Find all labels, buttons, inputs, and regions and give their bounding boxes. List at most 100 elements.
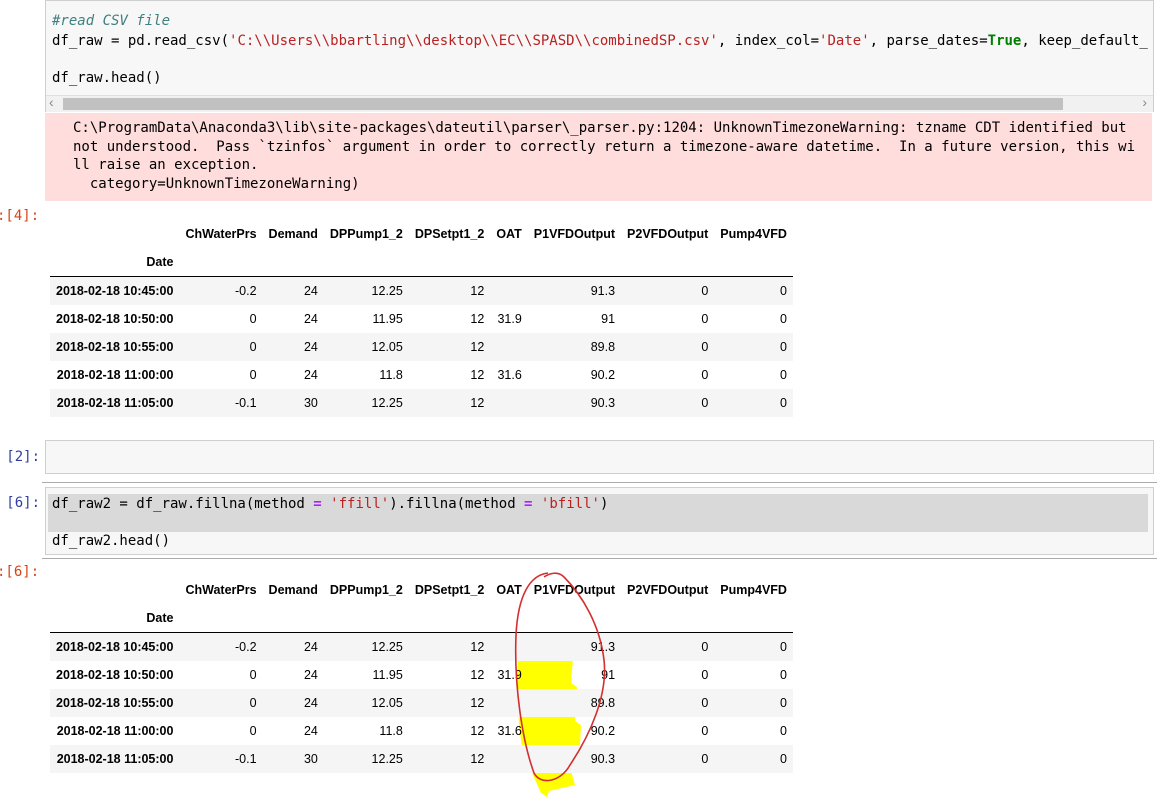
table-cell: 24 bbox=[303, 696, 318, 710]
table-cell: 12 bbox=[470, 640, 485, 654]
index-name: Date bbox=[50, 248, 180, 277]
table-cell: 0 bbox=[701, 752, 709, 766]
code-line-head2: df_raw2.head() bbox=[52, 533, 171, 549]
table-cell: 12.05 bbox=[371, 696, 403, 710]
table-cell: 0 bbox=[701, 696, 709, 710]
table-row: 2018-02-18 10:45:00 -0.2 24 12.25 12 91.3 0 0 bbox=[50, 276, 793, 306]
row-index: 2018-02-18 11:00:00 bbox=[56, 368, 174, 382]
index-header-spacer bbox=[262, 604, 324, 633]
table-cell: 0 bbox=[701, 724, 709, 738]
code-line-fillna: df_raw2 = df_raw.fillna(method = 'ffill'… bbox=[52, 496, 609, 512]
column-header: P2VFDOutput bbox=[627, 227, 709, 241]
table-row: 2018-02-18 10:55:00 0 24 12.05 12 89.8 0 0 bbox=[50, 689, 793, 717]
output-prompt-6: :[6]: bbox=[0, 564, 40, 580]
table-cell: 0 bbox=[780, 640, 787, 654]
index-header-spacer bbox=[408, 604, 491, 633]
table-row: 2018-02-18 10:50:00 0 24 11.95 12 31.9 91 0 0 bbox=[50, 661, 793, 689]
table-cell bbox=[490, 389, 527, 417]
table-cell: 30 bbox=[303, 396, 318, 410]
table-cell: 12 bbox=[470, 368, 485, 382]
horizontal-scrollbar[interactable]: ‹ › bbox=[46, 94, 1153, 112]
corner-cell bbox=[50, 576, 179, 604]
table-cell: 0 bbox=[780, 312, 787, 326]
table-cell: 91 bbox=[601, 312, 616, 326]
index-header-spacer bbox=[714, 604, 793, 633]
table-cell: 12.25 bbox=[371, 752, 403, 766]
table-cell: 0 bbox=[701, 396, 709, 410]
empty-code-cell[interactable] bbox=[45, 440, 1154, 474]
table-cell: 12 bbox=[470, 668, 485, 682]
code-line-read-csv: df_raw = pd.read_csv('C:\\Users\\bbartli… bbox=[52, 33, 1148, 49]
table-cell: 89.8 bbox=[590, 340, 616, 354]
scroll-right-icon[interactable]: › bbox=[1142, 94, 1147, 110]
table-cell: 31.9 bbox=[497, 312, 522, 326]
scrollbar-thumb[interactable] bbox=[63, 98, 1063, 110]
table-cell: 11.8 bbox=[379, 724, 403, 738]
row-index: 2018-02-18 10:55:00 bbox=[56, 696, 174, 710]
row-index: 2018-02-18 11:05:00 bbox=[56, 752, 174, 766]
table-cell: 12.25 bbox=[371, 640, 403, 654]
table-cell: 0 bbox=[780, 752, 787, 766]
table-cell: 0 bbox=[701, 284, 709, 298]
row-index: 2018-02-18 10:50:00 bbox=[56, 312, 174, 326]
index-header-spacer bbox=[179, 604, 263, 633]
table-cell: 0 bbox=[780, 396, 787, 410]
table-cell: 0 bbox=[701, 312, 709, 326]
row-index: 2018-02-18 10:55:00 bbox=[56, 340, 174, 354]
table-row: 2018-02-18 10:50:00 0 24 11.95 12 31.9 91 0 0 bbox=[50, 305, 793, 333]
table-cell: 0 bbox=[249, 696, 257, 710]
table-cell bbox=[490, 333, 527, 361]
table-cell: 0 bbox=[249, 312, 257, 326]
table-cell: -0.2 bbox=[235, 640, 257, 654]
table-cell: 0 bbox=[780, 696, 787, 710]
index-header-spacer bbox=[179, 248, 263, 277]
table-cell: 0 bbox=[249, 668, 257, 682]
table-cell: 24 bbox=[303, 724, 318, 738]
code-cell-read-csv[interactable]: #read CSV file df_raw = pd.read_csv('C:\… bbox=[45, 0, 1154, 112]
table-cell: 0 bbox=[249, 340, 257, 354]
table-cell: 11.95 bbox=[372, 668, 403, 682]
table-row: 2018-02-18 10:55:00 0 24 12.05 12 89.8 0 0 bbox=[50, 333, 793, 361]
column-header: P1VFDOutput bbox=[533, 227, 616, 241]
scroll-left-icon[interactable]: ‹ bbox=[49, 94, 54, 110]
table-cell: -0.2 bbox=[235, 284, 257, 298]
table-cell: 12 bbox=[470, 724, 485, 738]
row-index: 2018-02-18 10:45:00 bbox=[56, 284, 174, 298]
table-cell: 90.2 bbox=[590, 368, 616, 382]
dataframe-output-2: ChWaterPrs Demand DPPump1_2 DPSetpt1_2 OAT P1… bbox=[50, 576, 793, 773]
row-index: 2018-02-18 11:05:00 bbox=[56, 396, 174, 410]
column-header: OAT bbox=[496, 227, 522, 241]
index-header-spacer bbox=[621, 248, 715, 277]
column-header: P2VFDOutput bbox=[627, 583, 709, 597]
column-header: DPPump1_2 bbox=[329, 583, 403, 597]
table-cell: 31.6 bbox=[497, 368, 522, 382]
table-cell: 0 bbox=[701, 640, 709, 654]
table-cell: 12 bbox=[470, 752, 485, 766]
table-cell: -0.1 bbox=[235, 752, 257, 766]
table-row: 2018-02-18 10:45:00 -0.2 24 12.25 12 91.3 0 0 bbox=[50, 632, 793, 661]
table-cell: 12 bbox=[470, 396, 485, 410]
column-header: Demand bbox=[268, 583, 318, 597]
code-cell-fillna[interactable]: df_raw2 = df_raw.fillna(method = 'ffill'… bbox=[45, 487, 1154, 555]
index-header-spacer bbox=[621, 604, 715, 633]
dataframe-output-1: ChWaterPrs Demand DPPump1_2 DPSetpt1_2 OAT P1… bbox=[50, 220, 793, 417]
table-cell: 24 bbox=[303, 340, 318, 354]
input-prompt-2: [2]: bbox=[6, 449, 40, 465]
row-index: 2018-02-18 10:50:00 bbox=[56, 668, 174, 682]
index-header-spacer bbox=[490, 248, 528, 277]
row-index: 2018-02-18 11:00:00 bbox=[56, 724, 174, 738]
table-row: 2018-02-18 11:00:00 0 24 11.8 12 31.6 90.2 0 0 bbox=[50, 361, 793, 389]
column-header: DPSetpt1_2 bbox=[414, 583, 485, 597]
table-cell: 0 bbox=[780, 724, 787, 738]
column-header: ChWaterPrs bbox=[185, 583, 257, 597]
index-header-spacer bbox=[262, 248, 324, 277]
table-cell: 0 bbox=[780, 284, 787, 298]
table-cell: 0 bbox=[701, 668, 709, 682]
table-cell: 11.8 bbox=[379, 368, 403, 382]
table-cell: 0 bbox=[780, 668, 787, 682]
table-cell bbox=[490, 277, 527, 306]
column-header: ChWaterPrs bbox=[185, 227, 257, 241]
table-cell: 0 bbox=[249, 724, 257, 738]
table-cell: 24 bbox=[303, 312, 318, 326]
table-cell: 11.95 bbox=[372, 312, 403, 326]
